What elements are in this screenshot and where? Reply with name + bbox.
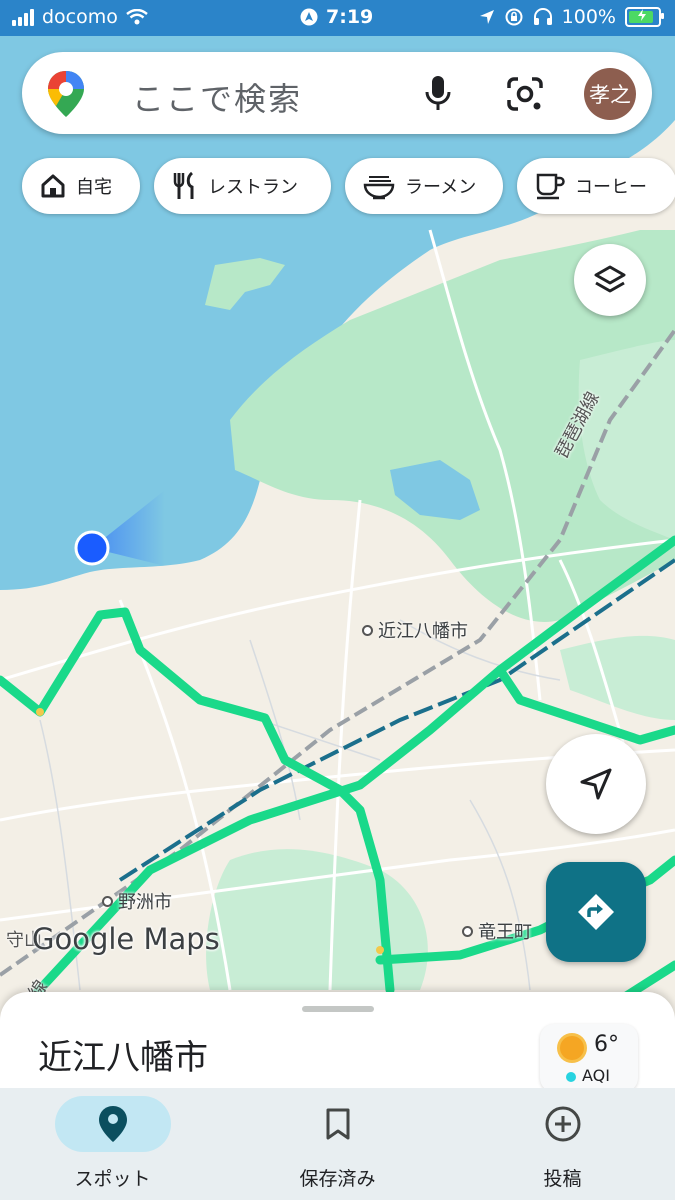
weather-temperature: 6° — [594, 1032, 619, 1057]
place-bottom-sheet[interactable]: 近江八幡市 6° AQI — [0, 992, 675, 1092]
tab-contribute[interactable]: 投稿 — [450, 1088, 675, 1200]
tab-saved[interactable]: 保存済み — [225, 1088, 450, 1200]
sheet-drag-handle[interactable] — [302, 1006, 374, 1012]
bottom-navigation: スポット 保存済み 投稿 — [0, 1088, 675, 1200]
my-location-button[interactable] — [546, 734, 646, 834]
chip-home[interactable]: 自宅 — [22, 158, 140, 214]
battery-icon — [625, 7, 664, 27]
status-bar: docomo 7:19 100% — [0, 0, 675, 36]
bookmark-icon — [326, 1108, 350, 1140]
location-arrow-icon — [479, 10, 494, 24]
sunny-icon — [560, 1036, 584, 1060]
map-label-ryuo[interactable]: 竜王町 — [462, 918, 532, 944]
microphone-icon[interactable] — [424, 74, 452, 114]
weather-aqi: AQI — [582, 1066, 610, 1085]
restaurant-icon — [173, 171, 194, 199]
tab-spots[interactable]: スポット — [0, 1088, 225, 1200]
rotation-lock-icon — [505, 8, 523, 26]
battery-percent: 100% — [561, 6, 616, 28]
coffee-icon — [536, 173, 565, 200]
time-label: 7:19 — [326, 6, 374, 28]
layers-icon — [594, 265, 626, 293]
search-input[interactable]: ここで検索 — [132, 74, 302, 120]
headphones-icon — [533, 8, 552, 25]
directions-button[interactable] — [546, 862, 646, 962]
layers-button[interactable] — [574, 244, 646, 316]
navigation-arrow-icon — [580, 768, 612, 800]
map-label-yasu[interactable]: 野洲市 — [102, 888, 172, 914]
chip-coffee[interactable]: コーヒー — [517, 158, 675, 214]
current-location-dot — [74, 530, 110, 566]
search-bar[interactable]: ここで検索 孝之 — [22, 52, 652, 134]
add-circle-icon — [545, 1106, 581, 1142]
place-dot-icon — [362, 624, 373, 636]
carrier-label: docomo — [42, 6, 118, 28]
account-avatar[interactable]: 孝之 — [584, 68, 636, 120]
wifi-icon — [126, 9, 148, 25]
directions-icon — [578, 894, 614, 930]
chip-ramen[interactable]: ラーメン — [345, 158, 503, 214]
home-icon — [41, 174, 65, 198]
location-pin-icon — [99, 1106, 127, 1142]
google-maps-watermark: Google Maps — [32, 922, 220, 956]
aqi-indicator-icon — [566, 1072, 576, 1082]
map-label-omihachiman[interactable]: 近江八幡市 — [362, 617, 468, 643]
place-title: 近江八幡市 — [38, 1038, 208, 1078]
place-dot-icon — [102, 895, 113, 907]
google-maps-pin-icon — [48, 71, 84, 117]
ramen-icon — [363, 176, 395, 200]
weather-card[interactable]: 6° AQI — [540, 1024, 638, 1092]
signal-icon — [12, 8, 34, 26]
chip-restaurant[interactable]: レストラン — [154, 158, 331, 214]
category-chips: 自宅 レストラン ラーメン コーヒー — [22, 158, 675, 214]
google-lens-icon[interactable] — [506, 76, 544, 112]
place-dot-icon — [462, 925, 473, 937]
location-services-icon — [300, 8, 318, 26]
